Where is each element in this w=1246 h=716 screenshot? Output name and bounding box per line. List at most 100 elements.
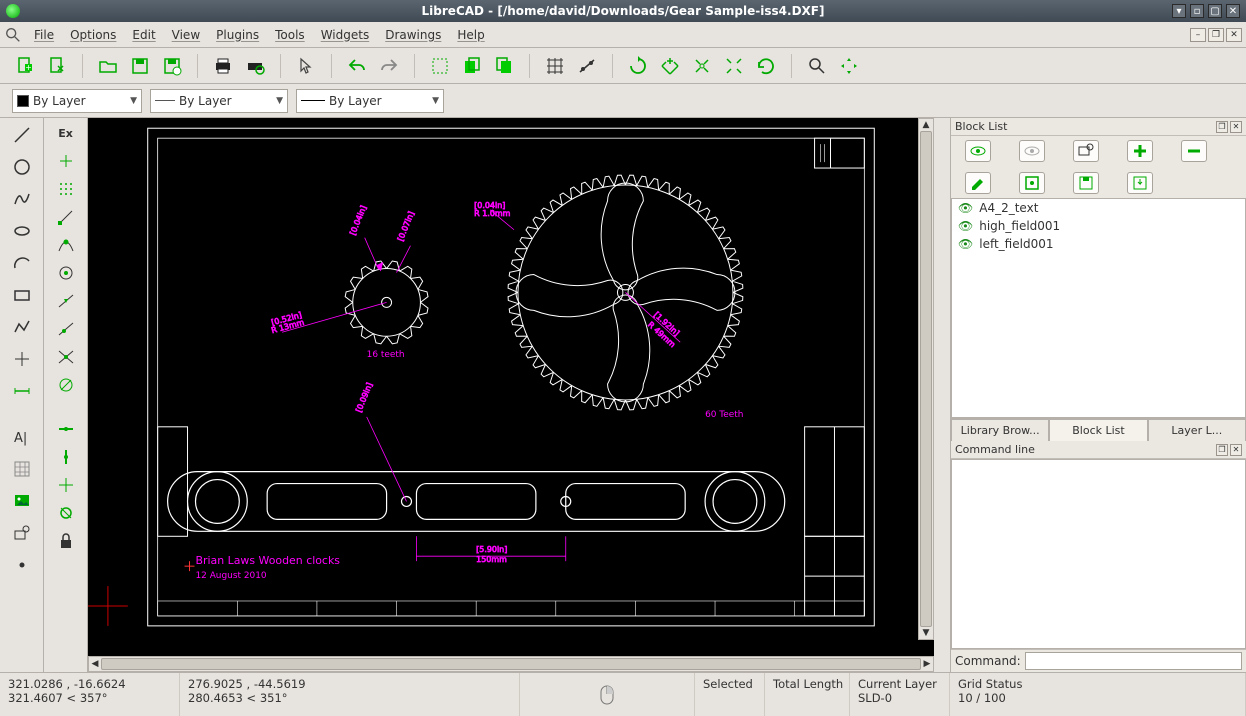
grid-toggle-button[interactable] — [542, 53, 568, 79]
panel-close-button[interactable]: ✕ — [1230, 444, 1242, 456]
snap-endpoint-button[interactable] — [53, 206, 79, 228]
lock-relative-zero-button[interactable] — [53, 530, 79, 552]
tab-block-list[interactable]: Block List — [1049, 419, 1147, 441]
insert-block-button[interactable] — [1127, 172, 1153, 194]
remove-block-button[interactable] — [1181, 140, 1207, 162]
redo-button[interactable] — [376, 53, 402, 79]
open-button[interactable] — [95, 53, 121, 79]
menu-widgets[interactable]: Widgets — [313, 24, 378, 46]
more-tools[interactable] — [9, 552, 35, 578]
show-all-blocks-button[interactable] — [965, 140, 991, 162]
menu-tools[interactable]: Tools — [267, 24, 313, 46]
snap-intersection-button[interactable] — [53, 346, 79, 368]
snap-grid-button[interactable] — [53, 178, 79, 200]
arc-tool[interactable] — [9, 250, 35, 276]
spline-tool[interactable] — [9, 186, 35, 212]
line-tool[interactable] — [9, 122, 35, 148]
snap-on-entity-button[interactable] — [53, 234, 79, 256]
zoom-redraw-button[interactable] — [625, 53, 651, 79]
menu-search-icon[interactable] — [4, 26, 22, 44]
drawing-canvas[interactable]: [0.52in] R 13mm [0.04in] [0.07in] [0.04i… — [88, 118, 934, 656]
zoom-window-button[interactable] — [804, 53, 830, 79]
mdi-minimize-button[interactable]: – — [1190, 28, 1206, 42]
undo-button[interactable] — [344, 53, 370, 79]
mdi-restore-button[interactable]: ❐ — [1208, 28, 1224, 42]
vertical-scrollbar[interactable]: ▲ ▼ — [918, 118, 934, 640]
maximize-button[interactable]: ▢ — [1208, 4, 1222, 18]
panel-undock-button[interactable]: ❐ — [1216, 444, 1228, 456]
hide-all-blocks-button[interactable] — [1019, 140, 1045, 162]
block-item[interactable]: 👁 A4_2_text — [952, 199, 1245, 217]
restrict-vertical-button[interactable] — [53, 446, 79, 468]
menu-edit[interactable]: Edit — [124, 24, 163, 46]
command-input[interactable] — [1025, 652, 1242, 670]
panel-undock-button[interactable]: ❐ — [1216, 121, 1228, 133]
block-tool[interactable] — [9, 520, 35, 546]
print-preview-button[interactable] — [242, 53, 268, 79]
copy-button[interactable] — [459, 53, 485, 79]
new-from-template-button[interactable] — [44, 53, 70, 79]
zoom-previous-button[interactable] — [753, 53, 779, 79]
menu-view[interactable]: View — [164, 24, 208, 46]
eye-icon[interactable]: 👁 — [958, 237, 973, 251]
snap-middle-button[interactable] — [53, 290, 79, 312]
relative-zero-button[interactable] — [53, 502, 79, 524]
zoom-out-button[interactable] — [689, 53, 715, 79]
maximize-restore-button[interactable]: ▫ — [1190, 4, 1204, 18]
block-item[interactable]: 👁 high_field001 — [952, 217, 1245, 235]
menu-help[interactable]: Help — [449, 24, 492, 46]
horizontal-scrollbar[interactable]: ◀ ▶ — [88, 656, 934, 672]
ellipse-tool[interactable] — [9, 218, 35, 244]
tab-library-browser[interactable]: Library Brow... — [951, 419, 1049, 441]
scroll-thumb[interactable] — [101, 658, 921, 670]
rect-tool[interactable] — [9, 282, 35, 308]
block-list[interactable]: 👁 A4_2_text 👁 high_field001 👁 left_field… — [951, 198, 1246, 418]
tab-layer-list[interactable]: Layer L... — [1148, 419, 1246, 441]
zoom-pan-button[interactable] — [836, 53, 862, 79]
command-history[interactable] — [951, 459, 1246, 649]
snap-center-button[interactable] — [53, 262, 79, 284]
restrict-nothing-button[interactable] — [53, 374, 79, 396]
cut-button[interactable] — [427, 53, 453, 79]
menu-options[interactable]: Options — [62, 24, 124, 46]
create-block-button[interactable] — [1073, 140, 1099, 162]
panel-close-button[interactable]: ✕ — [1230, 121, 1242, 133]
restrict-orthogonal-button[interactable] — [53, 474, 79, 496]
edit-block-button[interactable] — [1019, 172, 1045, 194]
snap-ex-button[interactable]: Ex — [53, 122, 79, 144]
scroll-right-arrow-icon[interactable]: ▶ — [921, 657, 933, 671]
menu-drawings[interactable]: Drawings — [377, 24, 449, 46]
print-button[interactable] — [210, 53, 236, 79]
text-tool[interactable]: A| — [9, 424, 35, 450]
circle-tool[interactable] — [9, 154, 35, 180]
add-block-button[interactable] — [1127, 140, 1153, 162]
new-file-button[interactable]: + — [12, 53, 38, 79]
menu-plugins[interactable]: Plugins — [208, 24, 267, 46]
hatch-tool[interactable] — [9, 456, 35, 482]
save-button[interactable] — [127, 53, 153, 79]
point-tool[interactable] — [9, 346, 35, 372]
menu-file[interactable]: File — [26, 24, 62, 46]
snap-distance-button[interactable] — [53, 318, 79, 340]
scroll-left-arrow-icon[interactable]: ◀ — [89, 657, 101, 671]
linetype-selector[interactable]: By Layer ▼ — [296, 89, 444, 113]
linewidth-selector[interactable]: By Layer ▼ — [150, 89, 288, 113]
color-selector[interactable]: By Layer ▼ — [12, 89, 142, 113]
draft-mode-button[interactable] — [574, 53, 600, 79]
scroll-down-arrow-icon[interactable]: ▼ — [919, 627, 933, 639]
scroll-thumb[interactable] — [920, 131, 932, 627]
polyline-tool[interactable] — [9, 314, 35, 340]
zoom-in-button[interactable] — [657, 53, 683, 79]
pointer-button[interactable] — [293, 53, 319, 79]
save-as-button[interactable] — [159, 53, 185, 79]
mdi-close-button[interactable]: ✕ — [1226, 28, 1242, 42]
block-item[interactable]: 👁 left_field001 — [952, 235, 1245, 253]
scroll-up-arrow-icon[interactable]: ▲ — [919, 119, 933, 131]
snap-free-button[interactable] — [53, 150, 79, 172]
rename-block-button[interactable] — [965, 172, 991, 194]
eye-icon[interactable]: 👁 — [958, 219, 973, 233]
minimize-button[interactable]: ▾ — [1172, 4, 1186, 18]
close-button[interactable]: ✕ — [1226, 4, 1240, 18]
dimension-tool[interactable] — [9, 378, 35, 404]
restrict-horizontal-button[interactable] — [53, 418, 79, 440]
